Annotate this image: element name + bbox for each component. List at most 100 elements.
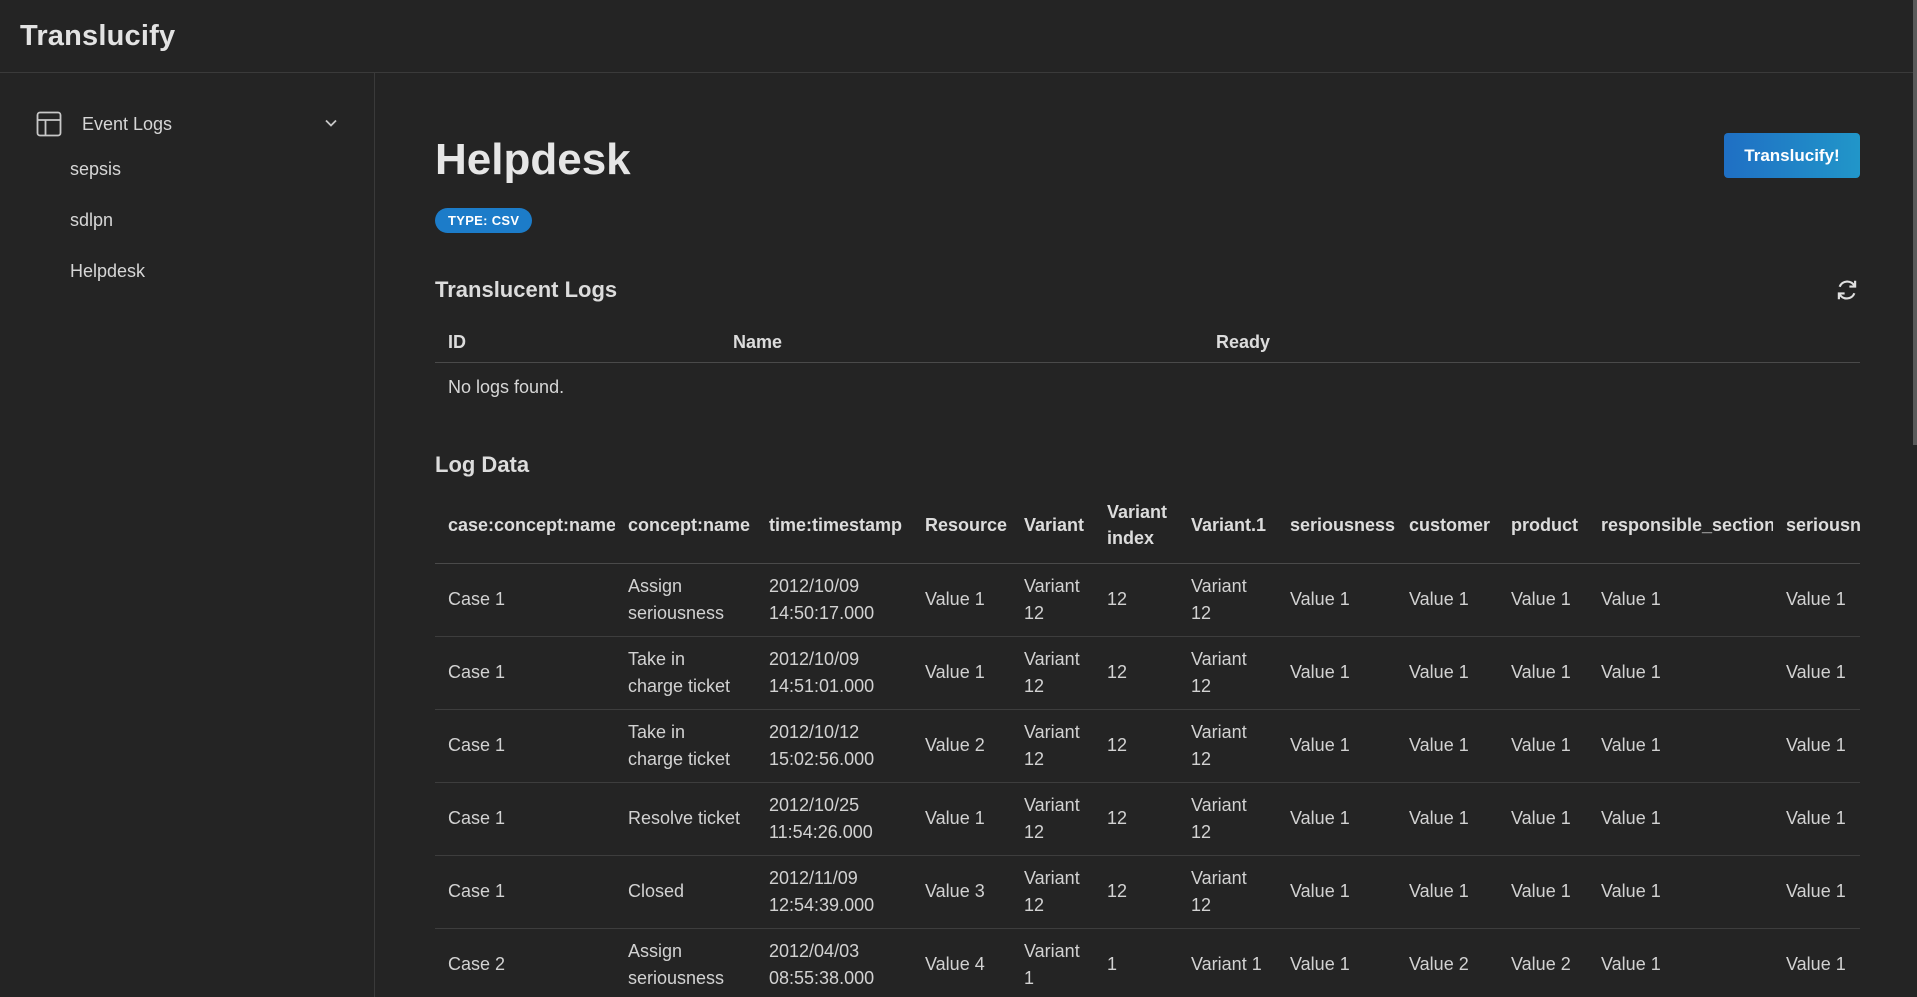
table-cell: Value 1 [1277, 855, 1396, 929]
table-cell: Value 1 [912, 636, 1011, 710]
sidebar-item-helpdesk[interactable]: Helpdesk [70, 261, 145, 282]
sidebar-group-label: Event Logs [82, 113, 173, 134]
table-cell: Value 1 [1773, 636, 1860, 710]
log-data-heading: Log Data [435, 452, 530, 477]
table-cell: 12 [1094, 782, 1178, 856]
table-cell: Case 1 [435, 563, 615, 637]
table-cell: Variant 1 [1011, 928, 1094, 997]
column-header-resource[interactable]: Resource [912, 488, 1011, 564]
sidebar-group-event-logs[interactable]: Event Logs [36, 103, 341, 145]
table-cell: 2012/10/09 14:50:17.000 [756, 563, 912, 637]
table-row: Case 1 Closed 2012/11/09 12:54:39.000 Va… [435, 855, 1860, 929]
column-header-variant-index[interactable]: Variant index [1094, 488, 1178, 564]
table-cell: Variant 12 [1178, 782, 1277, 856]
table-cell: Value 1 [1396, 636, 1498, 710]
column-header-case-concept-name[interactable]: case:concept:name [435, 488, 615, 564]
column-header-ready[interactable]: Ready [1216, 332, 1270, 353]
table-cell: 2012/04/03 08:55:38.000 [756, 928, 912, 997]
column-header-concept-name[interactable]: concept:name [615, 488, 756, 564]
table-cell: 12 [1094, 709, 1178, 783]
main-content: Helpdesk TYPE: CSV Translucify! Transluc… [435, 73, 1860, 997]
table-row: Case 2 Assign seriousness 2012/04/03 08:… [435, 928, 1860, 997]
table-cell: Value 1 [1396, 855, 1498, 929]
table-cell: Value 1 [1588, 563, 1773, 637]
table-cell: 12 [1094, 563, 1178, 637]
column-header-product[interactable]: product [1498, 488, 1588, 564]
page-title: Helpdesk [435, 135, 631, 184]
table-icon [36, 111, 62, 137]
table-cell: Value 1 [1498, 782, 1588, 856]
table-cell: Assign seriousness [615, 928, 756, 997]
table-cell: Value 1 [1588, 855, 1773, 929]
table-cell: Case 1 [435, 782, 615, 856]
table-cell: Value 1 [912, 563, 1011, 637]
scrollbar-thumb[interactable] [1913, 0, 1917, 445]
table-row: Case 1 Take in charge ticket 2012/10/09 … [435, 636, 1860, 710]
table-cell: Value 1 [912, 782, 1011, 856]
sidebar: Event Logs sepsis sdlpn Helpdesk [0, 73, 375, 997]
table-cell: 12 [1094, 855, 1178, 929]
table-cell: Variant 12 [1011, 563, 1094, 637]
table-cell: 2012/10/09 14:51:01.000 [756, 636, 912, 710]
column-header-variant[interactable]: Variant [1011, 488, 1094, 564]
translucent-logs-heading: Translucent Logs [435, 277, 618, 302]
sidebar-item-sdlpn[interactable]: sdlpn [70, 210, 113, 231]
column-header-seriousness[interactable]: seriousness [1277, 488, 1396, 564]
table-cell: 1 [1094, 928, 1178, 997]
table-cell: Value 1 [1277, 709, 1396, 783]
table-header: ID Name Ready [435, 323, 1860, 363]
column-header-variant-1[interactable]: Variant.1 [1178, 488, 1277, 564]
table-cell: Take in charge ticket [615, 636, 756, 710]
table-cell: Case 2 [435, 928, 615, 997]
table-cell: Take in charge ticket [615, 709, 756, 783]
table-cell: 2012/10/25 11:54:26.000 [756, 782, 912, 856]
table-cell: Value 4 [912, 928, 1011, 997]
table-cell: Assign seriousness [615, 563, 756, 637]
app-title: Translucify [20, 19, 176, 52]
table-cell: Variant 12 [1178, 636, 1277, 710]
table-cell: Variant 1 [1178, 928, 1277, 997]
column-header-responsible-section[interactable]: responsible_section [1588, 488, 1773, 564]
table-cell: Value 3 [912, 855, 1011, 929]
column-header-name[interactable]: Name [733, 332, 782, 353]
table-cell: Closed [615, 855, 756, 929]
table-cell: Value 1 [1498, 636, 1588, 710]
column-header-seriousness-2[interactable]: seriousness [1773, 488, 1860, 564]
table-cell: Variant 12 [1178, 855, 1277, 929]
table-cell: Value 1 [1773, 709, 1860, 783]
sidebar-item-sepsis[interactable]: sepsis [70, 159, 121, 180]
table-cell: Case 1 [435, 709, 615, 783]
translucify-button[interactable]: Translucify! [1724, 133, 1860, 178]
table-cell: 2012/10/12 15:02:56.000 [756, 709, 912, 783]
table-cell: Variant 12 [1011, 636, 1094, 710]
column-header-customer[interactable]: customer [1396, 488, 1498, 564]
table-cell: Value 1 [1277, 636, 1396, 710]
top-bar: Translucify [0, 0, 1917, 73]
chevron-down-icon[interactable] [321, 113, 341, 133]
table-cell: Value 1 [1498, 855, 1588, 929]
table-cell: Value 1 [1277, 928, 1396, 997]
translucent-logs-table: ID Name Ready No logs found. [435, 323, 1860, 413]
log-data-table-container[interactable]: case:concept:name concept:name time:time… [435, 488, 1860, 997]
table-cell: Case 1 [435, 636, 615, 710]
table-cell: Value 1 [1277, 782, 1396, 856]
table-row: Case 1 Take in charge ticket 2012/10/12 … [435, 709, 1860, 783]
column-header-id[interactable]: ID [448, 332, 466, 353]
table-cell: Value 1 [1396, 709, 1498, 783]
column-header-time-timestamp[interactable]: time:timestamp [756, 488, 912, 564]
empty-state-text: No logs found. [448, 377, 565, 397]
table-cell: Value 2 [1498, 928, 1588, 997]
table-cell: Value 1 [1773, 563, 1860, 637]
table-cell: Value 1 [1277, 563, 1396, 637]
table-cell: Value 1 [1396, 563, 1498, 637]
table-row: Case 1 Resolve ticket 2012/10/25 11:54:2… [435, 782, 1860, 856]
table-cell: Value 1 [1498, 709, 1588, 783]
table-cell: Value 1 [1773, 855, 1860, 929]
refresh-icon[interactable] [1834, 277, 1860, 303]
log-data-table: case:concept:name concept:name time:time… [435, 488, 1860, 997]
table-cell: Value 1 [1498, 563, 1588, 637]
table-header-row: case:concept:name concept:name time:time… [435, 488, 1860, 564]
table-cell: Value 2 [912, 709, 1011, 783]
table-cell: Value 1 [1396, 782, 1498, 856]
table-cell: Variant 12 [1178, 709, 1277, 783]
